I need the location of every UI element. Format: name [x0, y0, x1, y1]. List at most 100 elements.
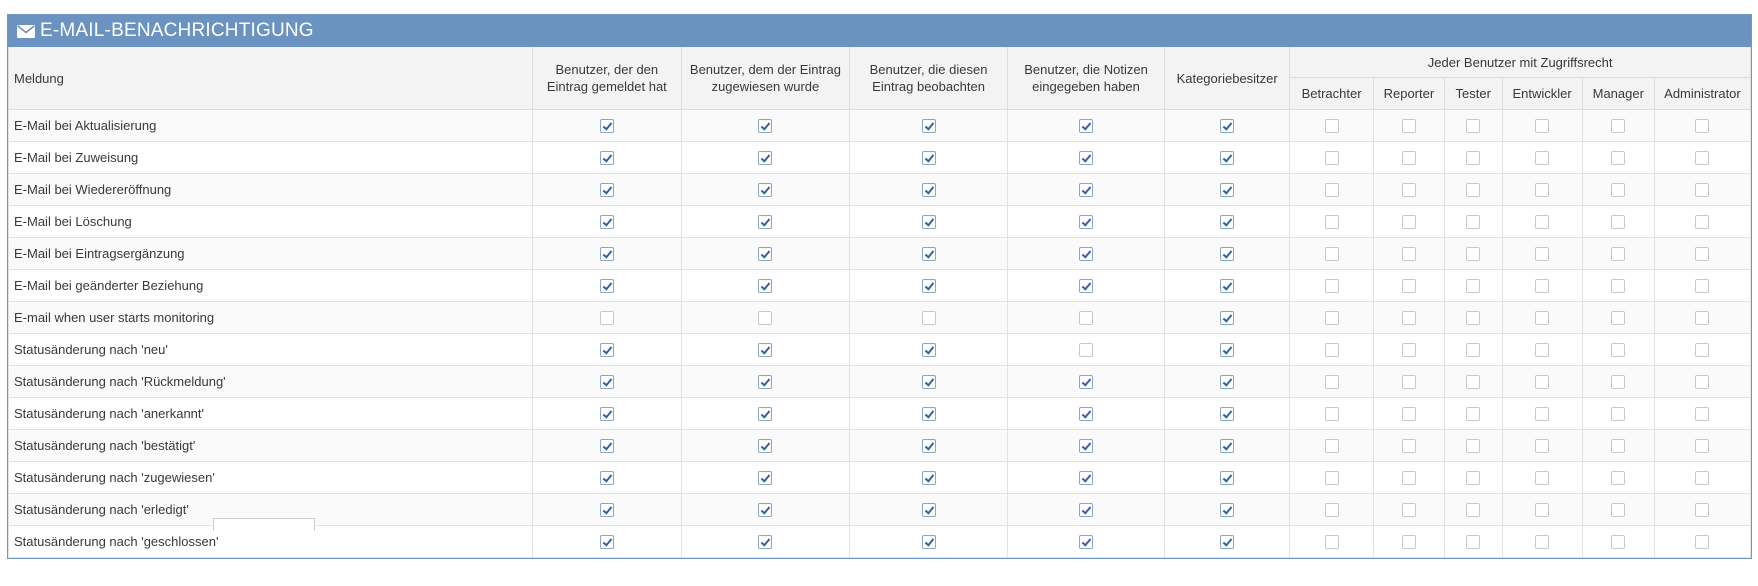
checkbox-developer[interactable] — [1535, 407, 1550, 422]
checkbox-category-owner[interactable] — [1220, 535, 1235, 550]
checkbox-administrator[interactable] — [1695, 503, 1710, 518]
checkbox-developer[interactable] — [1535, 183, 1550, 198]
checkbox-reporter[interactable] — [599, 535, 614, 550]
checkbox-category-owner[interactable] — [1220, 215, 1235, 230]
checkbox-reporter[interactable] — [599, 375, 614, 390]
checkbox-tester[interactable] — [1466, 535, 1481, 550]
checkbox-viewer[interactable] — [1324, 439, 1339, 454]
checkbox-notes[interactable] — [1079, 535, 1094, 550]
checkbox-monitor[interactable] — [921, 471, 936, 486]
checkbox-handler[interactable] — [758, 375, 773, 390]
checkbox-tester[interactable] — [1466, 151, 1481, 166]
checkbox-handler[interactable] — [758, 311, 773, 326]
checkbox-handler[interactable] — [758, 343, 773, 358]
checkbox-viewer[interactable] — [1324, 311, 1339, 326]
checkbox-reporter-level[interactable] — [1401, 183, 1416, 198]
checkbox-manager[interactable] — [1611, 247, 1626, 262]
checkbox-developer[interactable] — [1535, 279, 1550, 294]
checkbox-reporter[interactable] — [599, 503, 614, 518]
checkbox-reporter-level[interactable] — [1401, 247, 1416, 262]
checkbox-category-owner[interactable] — [1220, 247, 1235, 262]
checkbox-category-owner[interactable] — [1220, 279, 1235, 294]
checkbox-handler[interactable] — [758, 215, 773, 230]
checkbox-reporter[interactable] — [599, 407, 614, 422]
checkbox-handler[interactable] — [758, 247, 773, 262]
checkbox-monitor[interactable] — [921, 311, 936, 326]
checkbox-monitor[interactable] — [921, 407, 936, 422]
checkbox-monitor[interactable] — [921, 247, 936, 262]
checkbox-category-owner[interactable] — [1220, 439, 1235, 454]
checkbox-administrator[interactable] — [1695, 151, 1710, 166]
checkbox-notes[interactable] — [1079, 439, 1094, 454]
checkbox-notes[interactable] — [1079, 311, 1094, 326]
checkbox-manager[interactable] — [1611, 535, 1626, 550]
checkbox-category-owner[interactable] — [1220, 343, 1235, 358]
checkbox-administrator[interactable] — [1695, 471, 1710, 486]
checkbox-developer[interactable] — [1535, 151, 1550, 166]
checkbox-viewer[interactable] — [1324, 183, 1339, 198]
checkbox-reporter-level[interactable] — [1401, 407, 1416, 422]
checkbox-monitor[interactable] — [921, 439, 936, 454]
checkbox-tester[interactable] — [1466, 375, 1481, 390]
checkbox-manager[interactable] — [1611, 215, 1626, 230]
checkbox-developer[interactable] — [1535, 535, 1550, 550]
checkbox-manager[interactable] — [1611, 119, 1626, 134]
checkbox-tester[interactable] — [1466, 503, 1481, 518]
checkbox-tester[interactable] — [1466, 343, 1481, 358]
checkbox-monitor[interactable] — [921, 343, 936, 358]
checkbox-administrator[interactable] — [1695, 215, 1710, 230]
checkbox-category-owner[interactable] — [1220, 151, 1235, 166]
checkbox-reporter[interactable] — [599, 279, 614, 294]
checkbox-reporter[interactable] — [599, 471, 614, 486]
checkbox-handler[interactable] — [758, 471, 773, 486]
checkbox-viewer[interactable] — [1324, 503, 1339, 518]
checkbox-administrator[interactable] — [1695, 183, 1710, 198]
checkbox-developer[interactable] — [1535, 375, 1550, 390]
checkbox-administrator[interactable] — [1695, 119, 1710, 134]
checkbox-reporter[interactable] — [599, 183, 614, 198]
checkbox-category-owner[interactable] — [1220, 311, 1235, 326]
checkbox-administrator[interactable] — [1695, 535, 1710, 550]
checkbox-reporter[interactable] — [599, 439, 614, 454]
checkbox-tester[interactable] — [1466, 439, 1481, 454]
checkbox-reporter-level[interactable] — [1401, 375, 1416, 390]
checkbox-reporter-level[interactable] — [1401, 279, 1416, 294]
checkbox-viewer[interactable] — [1324, 119, 1339, 134]
checkbox-notes[interactable] — [1079, 503, 1094, 518]
checkbox-reporter-level[interactable] — [1401, 535, 1416, 550]
checkbox-reporter-level[interactable] — [1401, 439, 1416, 454]
checkbox-administrator[interactable] — [1695, 247, 1710, 262]
checkbox-manager[interactable] — [1611, 183, 1626, 198]
checkbox-developer[interactable] — [1535, 215, 1550, 230]
checkbox-category-owner[interactable] — [1220, 503, 1235, 518]
checkbox-manager[interactable] — [1611, 471, 1626, 486]
checkbox-viewer[interactable] — [1324, 151, 1339, 166]
checkbox-monitor[interactable] — [921, 279, 936, 294]
checkbox-developer[interactable] — [1535, 439, 1550, 454]
checkbox-handler[interactable] — [758, 151, 773, 166]
checkbox-notes[interactable] — [1079, 343, 1094, 358]
checkbox-monitor[interactable] — [921, 183, 936, 198]
checkbox-reporter[interactable] — [599, 151, 614, 166]
checkbox-developer[interactable] — [1535, 119, 1550, 134]
checkbox-tester[interactable] — [1466, 119, 1481, 134]
checkbox-handler[interactable] — [758, 407, 773, 422]
checkbox-administrator[interactable] — [1695, 311, 1710, 326]
checkbox-notes[interactable] — [1079, 375, 1094, 390]
checkbox-reporter-level[interactable] — [1401, 343, 1416, 358]
checkbox-developer[interactable] — [1535, 311, 1550, 326]
checkbox-manager[interactable] — [1611, 375, 1626, 390]
checkbox-monitor[interactable] — [921, 119, 936, 134]
checkbox-manager[interactable] — [1611, 279, 1626, 294]
checkbox-tester[interactable] — [1466, 183, 1481, 198]
checkbox-tester[interactable] — [1466, 471, 1481, 486]
checkbox-monitor[interactable] — [921, 503, 936, 518]
checkbox-viewer[interactable] — [1324, 215, 1339, 230]
checkbox-administrator[interactable] — [1695, 407, 1710, 422]
checkbox-notes[interactable] — [1079, 119, 1094, 134]
checkbox-category-owner[interactable] — [1220, 119, 1235, 134]
checkbox-reporter[interactable] — [599, 215, 614, 230]
checkbox-handler[interactable] — [758, 503, 773, 518]
checkbox-developer[interactable] — [1535, 247, 1550, 262]
bottom-control[interactable] — [213, 518, 315, 531]
